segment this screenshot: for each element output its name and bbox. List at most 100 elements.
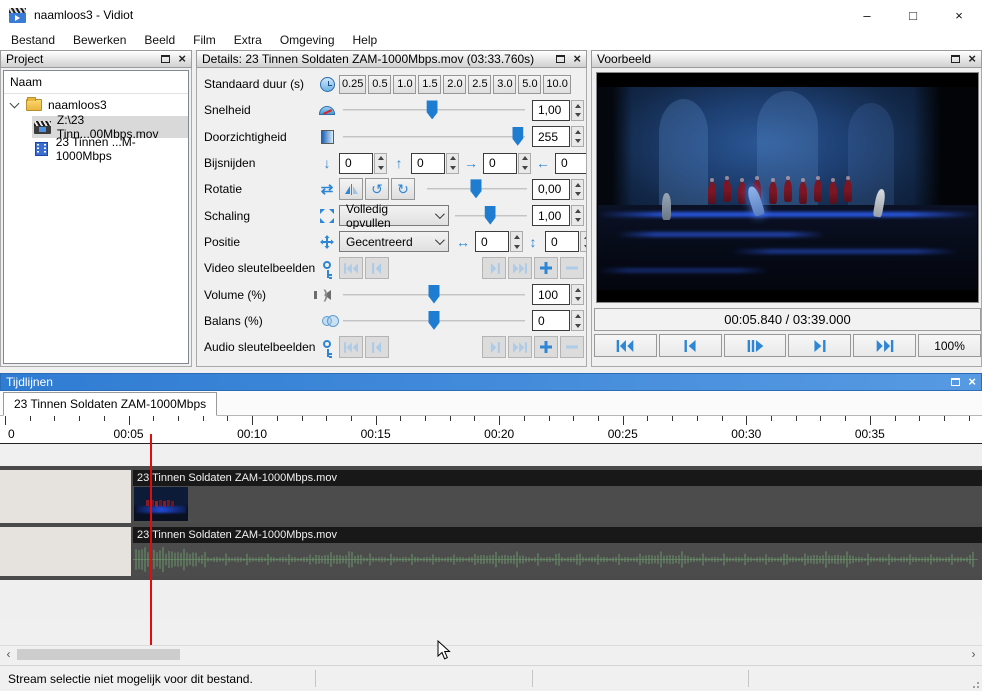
position-mode-combo[interactable]: Gecentreerd [339, 231, 449, 252]
resize-grip[interactable] [970, 679, 980, 689]
video-keyframe-add-button[interactable] [534, 257, 558, 279]
menu-help[interactable]: Help [344, 31, 387, 49]
audio-keyframe-add-button[interactable] [534, 336, 558, 358]
flip-horizontal-button[interactable] [339, 178, 363, 200]
scaling-spin[interactable]: 1,00 [532, 205, 584, 226]
scroll-left-button[interactable]: ‹ [0, 646, 17, 662]
balance-spin[interactable]: 0 [532, 310, 584, 331]
position-y-spin[interactable]: 0 [545, 231, 586, 252]
speed-slider[interactable] [343, 99, 525, 121]
crop-bottom-stepper[interactable] [446, 153, 459, 174]
details-float-icon[interactable] [556, 55, 565, 63]
crop-top-stepper[interactable] [374, 153, 387, 174]
volume-stepper[interactable] [571, 284, 584, 305]
video-keyframe-first-button[interactable] [339, 257, 363, 279]
scaling-mode-combo[interactable]: Volledig opvullen [339, 205, 449, 226]
rotate-ccw-button[interactable]: ↺ [365, 178, 389, 200]
audio-keyframe-first-button[interactable] [339, 336, 363, 358]
audio-keyframe-last-button[interactable] [508, 336, 532, 358]
opacity-stepper[interactable] [571, 126, 584, 147]
audio-keyframe-next-button[interactable] [482, 336, 506, 358]
rotation-slider[interactable] [427, 178, 527, 200]
duration-3.0-button[interactable]: 3.0 [493, 75, 516, 94]
speed-stepper[interactable] [571, 100, 584, 121]
skip-to-end-button[interactable] [853, 334, 916, 357]
duration-1.0-button[interactable]: 1.0 [393, 75, 416, 94]
audio-track-header[interactable] [0, 527, 133, 576]
duration-10.0-button[interactable]: 10.0 [543, 75, 570, 94]
position-x-spin[interactable]: 0 [475, 231, 523, 252]
speed-value[interactable]: 1,00 [532, 100, 570, 121]
duration-2.0-button[interactable]: 2.0 [443, 75, 466, 94]
crop-left-stepper[interactable] [518, 153, 531, 174]
rotation-stepper[interactable] [571, 179, 584, 200]
video-keyframe-last-button[interactable] [508, 257, 532, 279]
chevron-expanded-icon[interactable] [10, 99, 20, 109]
volume-value[interactable]: 100 [532, 284, 570, 305]
rotation-spin[interactable]: 0,00 [532, 179, 584, 200]
rotation-value[interactable]: 0,00 [532, 179, 570, 200]
position-y-value[interactable]: 0 [545, 231, 579, 252]
zoom-level-button[interactable]: 100% [918, 334, 981, 357]
crop-bottom-value[interactable]: 0 [411, 153, 445, 174]
video-clip[interactable]: 23 Tinnen Soldaten ZAM-1000Mbps.mov [133, 470, 982, 523]
project-column-header[interactable]: Naam [4, 71, 188, 94]
audio-keyframe-prev-button[interactable] [365, 336, 389, 358]
opacity-value[interactable]: 255 [532, 126, 570, 147]
timeline-horizontal-scrollbar[interactable]: ‹ › [0, 645, 982, 661]
preview-float-icon[interactable] [951, 55, 960, 63]
opacity-spin[interactable]: 255 [532, 126, 584, 147]
previous-frame-button[interactable] [659, 334, 722, 357]
video-track-header[interactable] [0, 470, 133, 523]
crop-right-spin[interactable]: 0 [555, 153, 586, 174]
menu-bestand[interactable]: Bestand [2, 31, 64, 49]
next-frame-button[interactable] [788, 334, 851, 357]
volume-spin[interactable]: 100 [532, 284, 584, 305]
details-close-icon[interactable]: × [573, 54, 581, 64]
menu-film[interactable]: Film [184, 31, 225, 49]
timeline-float-icon[interactable] [951, 378, 960, 386]
scaling-value[interactable]: 1,00 [532, 205, 570, 226]
play-button[interactable] [724, 334, 787, 357]
menu-bewerken[interactable]: Bewerken [64, 31, 135, 49]
menu-beeld[interactable]: Beeld [135, 31, 184, 49]
scroll-right-button[interactable]: › [965, 646, 982, 662]
video-keyframe-next-button[interactable] [482, 257, 506, 279]
skip-to-start-button[interactable] [594, 334, 657, 357]
timeline-close-icon[interactable]: × [968, 377, 976, 387]
position-y-stepper[interactable] [580, 231, 586, 252]
tree-item-film[interactable]: 23 Tinnen ...M-1000Mbps [4, 138, 188, 160]
project-float-icon[interactable] [161, 55, 170, 63]
menu-omgeving[interactable]: Omgeving [271, 31, 344, 49]
crop-right-value[interactable]: 0 [555, 153, 586, 174]
balance-stepper[interactable] [571, 310, 584, 331]
crop-top-value[interactable]: 0 [339, 153, 373, 174]
audio-keyframe-remove-button[interactable] [560, 336, 584, 358]
balance-value[interactable]: 0 [532, 310, 570, 331]
timeline-tab[interactable]: 23 Tinnen Soldaten ZAM-1000Mbps [3, 392, 217, 416]
crop-top-spin[interactable]: 0 [339, 153, 387, 174]
project-close-icon[interactable]: × [178, 54, 186, 64]
duration-2.5-button[interactable]: 2.5 [468, 75, 491, 94]
audio-clip[interactable]: 23 Tinnen Soldaten ZAM-1000Mbps.mov [133, 527, 982, 576]
crop-left-spin[interactable]: 0 [483, 153, 531, 174]
position-x-value[interactable]: 0 [475, 231, 509, 252]
playhead-cursor[interactable] [150, 434, 152, 645]
video-keyframe-prev-button[interactable] [365, 257, 389, 279]
volume-slider[interactable] [343, 284, 525, 306]
crop-bottom-spin[interactable]: 0 [411, 153, 459, 174]
rotate-cw-button[interactable]: ↻ [391, 178, 415, 200]
close-button[interactable]: × [936, 0, 982, 30]
timeline-ruler[interactable]: 000:0500:1000:1500:2000:2500:3000:35 [0, 416, 982, 444]
menu-extra[interactable]: Extra [225, 31, 271, 49]
video-keyframe-remove-button[interactable] [560, 257, 584, 279]
scrollbar-thumb[interactable] [17, 649, 180, 660]
minimize-button[interactable]: – [844, 0, 890, 30]
balance-slider[interactable] [343, 310, 525, 332]
crop-left-value[interactable]: 0 [483, 153, 517, 174]
duration-0.25-button[interactable]: 0.25 [339, 75, 366, 94]
maximize-button[interactable]: □ [890, 0, 936, 30]
opacity-slider[interactable] [343, 126, 525, 148]
duration-1.5-button[interactable]: 1.5 [418, 75, 441, 94]
duration-5.0-button[interactable]: 5.0 [518, 75, 541, 94]
